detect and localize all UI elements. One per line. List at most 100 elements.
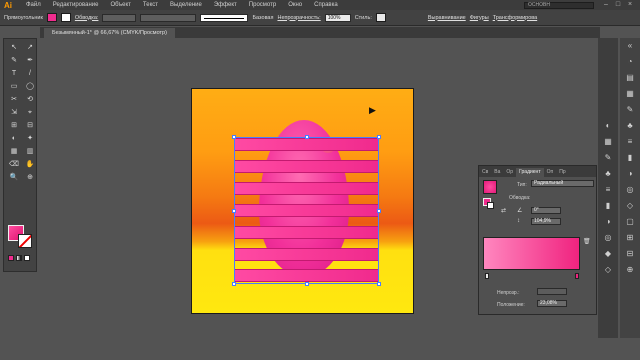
menu-effect[interactable]: Эффект	[208, 2, 243, 8]
transparency-panel-icon[interactable]: ◑	[620, 166, 640, 182]
swatch-icon[interactable]: ▦	[620, 86, 640, 102]
gradient-tool-icon[interactable]: ✦	[23, 133, 37, 144]
menu-view[interactable]: Просмотр	[243, 2, 282, 8]
pathfinder-icon[interactable]: ⊟	[620, 246, 640, 262]
menu-select[interactable]: Выделение	[164, 2, 208, 8]
stroke-swatch[interactable]	[60, 13, 71, 22]
resize-handle[interactable]	[232, 209, 236, 213]
tab-color-guide[interactable]: Св	[479, 168, 491, 177]
transparency-icon[interactable]: ◑	[598, 214, 618, 230]
brush-preview[interactable]	[200, 13, 249, 22]
symbols-icon[interactable]: ♣	[598, 166, 618, 182]
opacity-input[interactable]	[537, 288, 567, 295]
perspective-tool-icon[interactable]: ⊟	[23, 120, 37, 131]
menu-file[interactable]: Файл	[20, 2, 47, 8]
tab-transparency[interactable]: Оп	[544, 168, 557, 177]
workspace-switcher[interactable]: ОСНОВН	[524, 1, 594, 9]
hand-tool-icon[interactable]: ✋	[23, 159, 37, 170]
scale-tool-icon[interactable]: ⇲	[7, 107, 21, 118]
tab-align[interactable]: Ор	[503, 168, 516, 177]
graphic-styles-icon[interactable]: ◆	[598, 246, 618, 262]
transform-link[interactable]: Трансформирова	[493, 15, 538, 21]
selection-tool-icon[interactable]: ↖	[7, 42, 21, 53]
variable-width-dropdown[interactable]	[140, 13, 197, 22]
tab-variables[interactable]: Ва	[491, 168, 503, 177]
stroke-weight-field[interactable]	[102, 13, 137, 22]
fill-swatch[interactable]	[46, 13, 57, 22]
trash-icon[interactable]: 🗑	[583, 238, 591, 245]
gradient-panel-icon[interactable]: ▮	[620, 150, 640, 166]
pen-tool-icon[interactable]: ✒	[23, 55, 37, 66]
artboard[interactable]	[191, 88, 414, 314]
reverse-gradient-icon[interactable]: ⇄	[501, 207, 506, 214]
rectangle-tool-icon[interactable]: ▭	[7, 81, 21, 92]
line-tool-icon[interactable]: /	[23, 68, 37, 79]
gradient-type-select[interactable]: Радиальный	[531, 180, 594, 187]
layers-icon[interactable]: ◇	[598, 262, 618, 278]
transform-icon[interactable]: ⊕	[620, 262, 640, 278]
none-mode-icon[interactable]	[24, 255, 30, 261]
stroke-panel-icon[interactable]: ≡	[620, 134, 640, 150]
appearance-panel-icon[interactable]: ◎	[620, 182, 640, 198]
opacity-input[interactable]: 100%	[324, 13, 351, 22]
gradient-mode-icon[interactable]	[16, 255, 22, 261]
tab-pathfinder[interactable]: Пр	[556, 168, 568, 177]
color-icon[interactable]: ◔	[620, 54, 640, 70]
resize-handle[interactable]	[232, 282, 236, 286]
document-tab[interactable]: Безымянный-1* @ 66,67% (CMYK/Просмотр)	[44, 28, 175, 38]
location-input[interactable]: 23,08%	[537, 300, 567, 307]
eraser-tool-icon[interactable]: ⌫	[7, 159, 21, 170]
brush-icon[interactable]: ✎	[620, 102, 640, 118]
resize-handle[interactable]	[377, 135, 381, 139]
mesh-tool-icon[interactable]: ◐	[7, 133, 21, 144]
align-link[interactable]: Выравнивание	[428, 15, 466, 21]
zoom-tool-icon[interactable]: 🔍	[7, 172, 21, 183]
color-guide-icon[interactable]: ◐	[598, 118, 618, 134]
align-icon[interactable]: ⊞	[620, 230, 640, 246]
magic-wand-tool-icon[interactable]: ✎	[7, 55, 21, 66]
menu-object[interactable]: Объект	[104, 2, 136, 8]
shape-builder-tool-icon[interactable]: ⊞	[7, 120, 21, 131]
gradient-stop-right[interactable]	[575, 273, 579, 279]
layers-panel-icon[interactable]: ◇	[620, 198, 640, 214]
resize-handle[interactable]	[232, 135, 236, 139]
style-swatch[interactable]	[375, 13, 386, 22]
appearance-icon[interactable]: ◎	[598, 230, 618, 246]
resize-handle[interactable]	[305, 135, 309, 139]
collapse-icon[interactable]: «	[620, 38, 640, 54]
eyedropper-tool-icon[interactable]: ▦	[7, 146, 21, 157]
fill-stroke-toggle[interactable]	[483, 198, 494, 209]
menu-window[interactable]: Окно	[282, 2, 308, 8]
stroke-square[interactable]	[487, 202, 494, 209]
resize-handle[interactable]	[305, 282, 309, 286]
stroke-icon[interactable]: ≡	[598, 182, 618, 198]
resize-handle[interactable]	[377, 282, 381, 286]
close-button[interactable]: ×	[624, 1, 636, 9]
swatches-icon[interactable]: ▦	[598, 134, 618, 150]
color-panel-icon[interactable]: ▤	[620, 70, 640, 86]
gradient-stop-left[interactable]	[485, 273, 489, 279]
menu-edit[interactable]: Редактирование	[47, 2, 105, 8]
gradient-thumbnail[interactable]	[483, 180, 497, 194]
menu-type[interactable]: Текст	[137, 2, 164, 8]
angle-input[interactable]: 0°	[531, 207, 561, 214]
gradient-slider[interactable]	[483, 237, 580, 270]
resize-handle[interactable]	[377, 209, 381, 213]
menu-help[interactable]: Справка	[308, 2, 344, 8]
brushes-icon[interactable]: ✎	[598, 150, 618, 166]
free-transform-tool-icon[interactable]: ⌖	[23, 107, 37, 118]
aspect-ratio-input[interactable]: 104,9%	[531, 218, 561, 225]
artboards-icon[interactable]: ▢	[620, 214, 640, 230]
opacity-label[interactable]: Непрозрачность:	[277, 15, 320, 21]
symbol-icon[interactable]: ♣	[620, 118, 640, 134]
artboard-tool-icon[interactable]: ⊕	[23, 172, 37, 183]
blend-tool-icon[interactable]: ▥	[23, 146, 37, 157]
direct-selection-tool-icon[interactable]: ↗	[23, 42, 37, 53]
minimize-button[interactable]: –	[600, 1, 612, 9]
maximize-button[interactable]: □	[612, 1, 624, 9]
ellipse-tool-icon[interactable]: ◯	[23, 81, 37, 92]
type-tool-icon[interactable]: T	[7, 68, 21, 79]
rotate-tool-icon[interactable]: ⟲	[23, 94, 37, 105]
tab-gradient[interactable]: Градиент	[516, 168, 544, 177]
shape-link[interactable]: Фигуры	[470, 15, 489, 21]
